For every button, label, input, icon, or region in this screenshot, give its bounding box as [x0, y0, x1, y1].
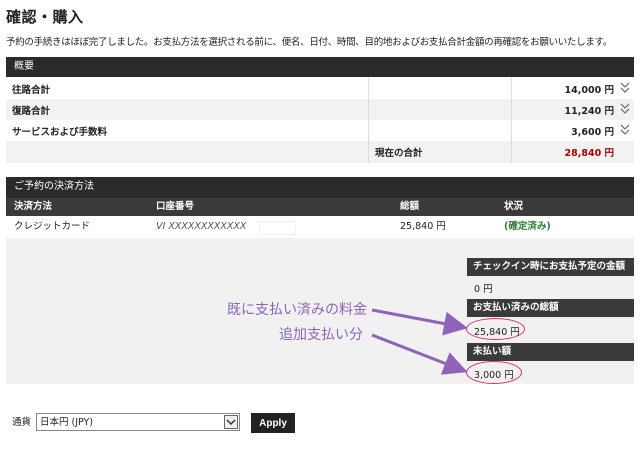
- annotation-arrows: [371, 308, 468, 375]
- extra-arrow: [371, 333, 468, 375]
- chevron-down-icon[interactable]: [224, 415, 238, 429]
- currency-select[interactable]: 日本円 (JPY): [36, 413, 240, 431]
- currency-label: 通貨: [12, 417, 32, 428]
- paid-arrow: [371, 308, 468, 336]
- apply-button[interactable]: Apply: [251, 413, 295, 433]
- currency-selected: 日本円 (JPY): [40, 417, 94, 428]
